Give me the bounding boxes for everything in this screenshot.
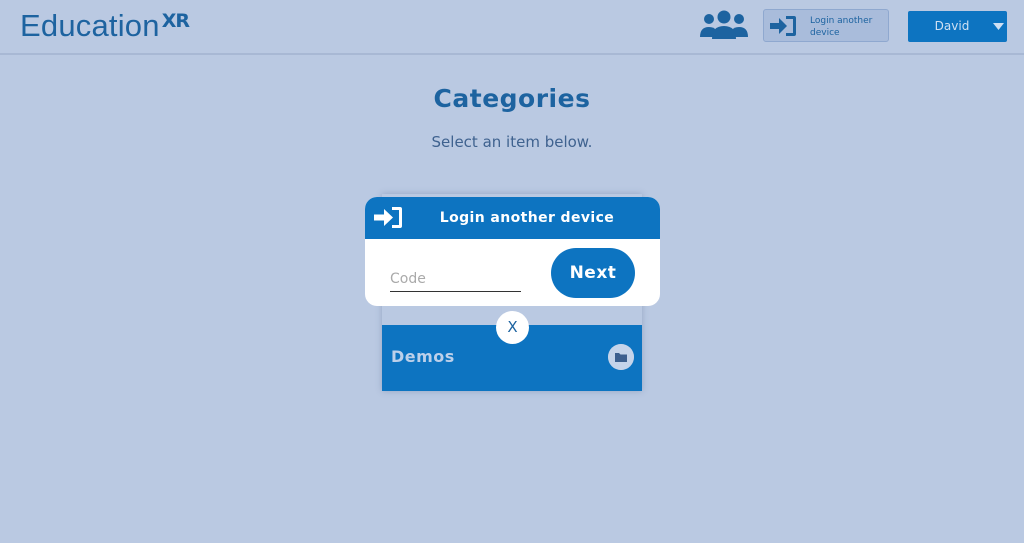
sign-in-icon (770, 16, 796, 36)
caret-down-icon (993, 23, 1004, 30)
users-icon[interactable] (699, 10, 749, 42)
user-name: David (934, 19, 970, 33)
next-button[interactable]: Next (551, 248, 635, 298)
code-input[interactable] (390, 267, 521, 292)
app-logo[interactable]: Education XR (20, 8, 190, 44)
close-modal-button[interactable]: X (496, 311, 529, 344)
modal-header: Login another device (365, 197, 660, 239)
sign-in-icon (374, 207, 402, 228)
login-device-modal: Login another device Next (365, 197, 660, 306)
page-title: Categories (433, 84, 591, 113)
user-menu-button[interactable]: David (908, 11, 1007, 42)
logo-suffix: XR (161, 10, 190, 32)
login-another-device-button[interactable]: Login another device (763, 9, 889, 42)
modal-title: Login another device (439, 210, 615, 226)
login-another-device-label: Login another device (810, 16, 873, 38)
category-label: Demos (391, 347, 455, 366)
top-header: Education XR Login another device David (0, 0, 1024, 55)
folder-icon (608, 344, 634, 370)
logo-text: Education (20, 8, 160, 43)
page-subtitle: Select an item below. (431, 133, 593, 151)
